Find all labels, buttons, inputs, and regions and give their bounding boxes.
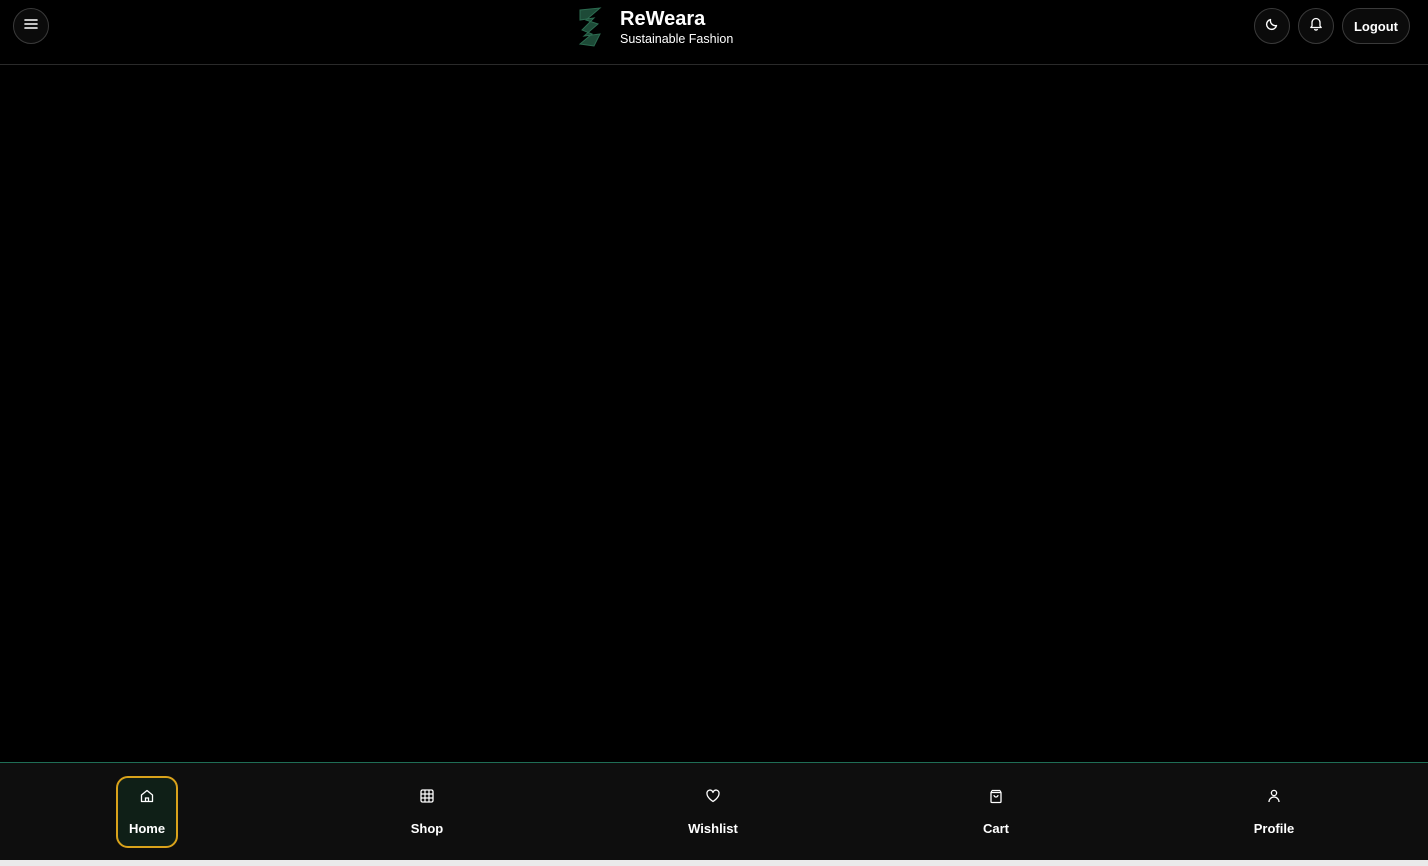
- nav-item-home[interactable]: Home: [116, 776, 178, 848]
- nav-label-profile: Profile: [1253, 821, 1295, 836]
- brand-subtitle: Sustainable Fashion: [620, 32, 734, 46]
- app-root: ReWeara Sustainable Fashion Logout Home: [0, 0, 1428, 866]
- bell-icon: [1309, 16, 1323, 36]
- theme-toggle-button[interactable]: [1254, 8, 1290, 44]
- heart-icon: [705, 788, 721, 821]
- nav-label-wishlist: Wishlist: [688, 821, 738, 836]
- brand-text: ReWeara Sustainable Fashion: [620, 7, 733, 47]
- shopping-bag-icon: [988, 788, 1004, 821]
- home-icon: [139, 788, 155, 821]
- nav-label-shop: Shop: [410, 821, 444, 836]
- nav-item-wishlist[interactable]: Wishlist: [677, 776, 749, 848]
- brand-logo-icon: [574, 6, 606, 48]
- nav-label-cart: Cart: [982, 821, 1009, 836]
- window-bottom-edge: [0, 860, 1428, 866]
- nav-item-shop[interactable]: Shop: [397, 776, 457, 848]
- moon-icon: [1265, 17, 1279, 36]
- notifications-button[interactable]: [1298, 8, 1334, 44]
- top-header: ReWeara Sustainable Fashion Logout: [0, 0, 1428, 65]
- bottom-navigation: Home Shop Wishlist Cart Profile: [0, 762, 1428, 860]
- logout-button[interactable]: Logout: [1342, 8, 1410, 44]
- user-icon: [1266, 788, 1282, 821]
- brand-title: ReWeara: [620, 8, 706, 30]
- nav-label-home: Home: [128, 821, 166, 836]
- menu-button[interactable]: [13, 8, 49, 44]
- brand[interactable]: ReWeara Sustainable Fashion: [574, 5, 733, 49]
- menu-icon: [24, 17, 38, 35]
- nav-item-profile[interactable]: Profile: [1244, 776, 1304, 848]
- grid-icon: [419, 788, 435, 821]
- nav-item-cart[interactable]: Cart: [966, 776, 1026, 848]
